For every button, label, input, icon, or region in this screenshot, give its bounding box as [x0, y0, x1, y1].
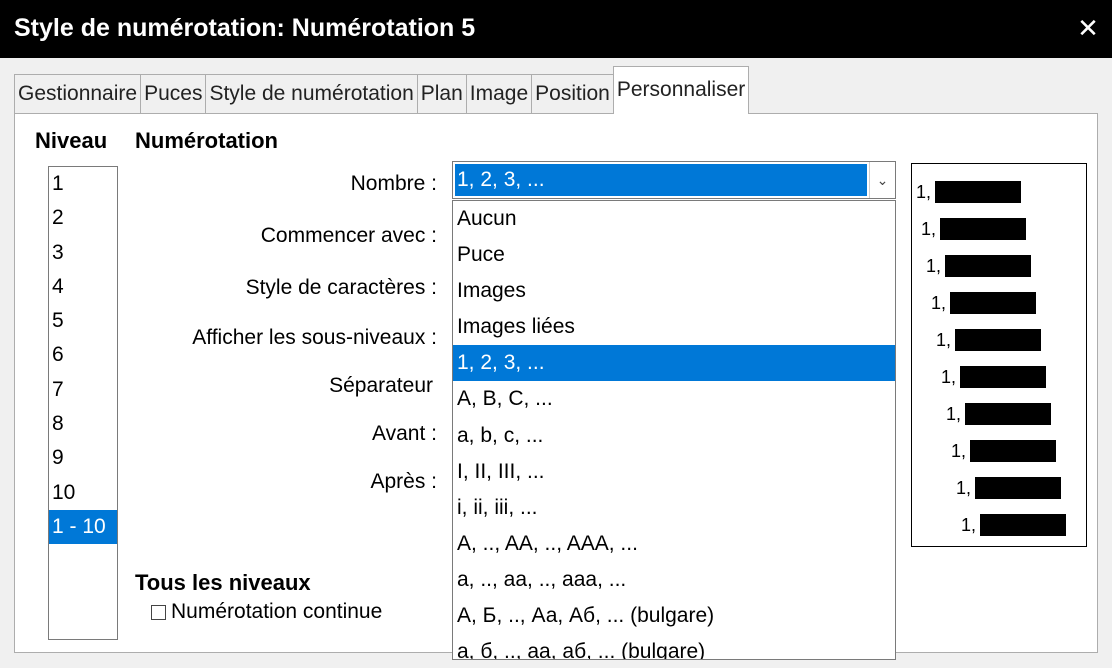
level-item-7[interactable]: 7 — [49, 373, 117, 407]
tab-style-de-numerotation[interactable]: Style de numérotation — [205, 74, 418, 114]
tab-personnaliser[interactable]: Personnaliser — [612, 66, 750, 114]
preview-text-bar — [955, 329, 1042, 351]
preview-line: 1, — [951, 439, 1057, 463]
after-label: Après : — [370, 470, 437, 493]
title-bar: Style de numérotation: Numérotation 5 ✕ — [0, 0, 1112, 58]
preview-number: 1, — [941, 366, 957, 387]
all-levels-heading: Tous les niveaux — [135, 570, 311, 595]
preview-line: 1, — [961, 513, 1067, 537]
number-label: Nombre : — [350, 172, 437, 195]
level-item-1[interactable]: 1 — [49, 167, 117, 201]
show-sublevels-label: Afficher les sous-niveaux : — [192, 326, 437, 349]
dropdown-option[interactable]: а, б, .., аа, аб, ... (bulgare) — [453, 634, 895, 659]
preview-text-bar — [935, 181, 1022, 203]
level-item-6[interactable]: 6 — [49, 338, 117, 372]
preview-number: 1, — [956, 477, 972, 498]
level-item-3[interactable]: 3 — [49, 236, 117, 270]
preview-number: 1, — [926, 255, 942, 276]
before-label: Avant : — [372, 422, 437, 445]
level-item-4[interactable]: 4 — [49, 270, 117, 304]
separator-label: Séparateur — [329, 374, 433, 397]
start-with-label: Commencer avec : — [260, 224, 437, 247]
level-heading: Niveau — [35, 128, 108, 153]
tab-strip: Gestionnaire Puces Style de numérotation… — [14, 66, 750, 114]
preview-line: 1, — [946, 402, 1052, 426]
preview-text-bar — [950, 292, 1037, 314]
preview-line: 1, — [941, 365, 1047, 389]
dropdown-option[interactable]: I, II, III, ... — [453, 454, 895, 490]
preview-text-bar — [945, 255, 1032, 277]
level-item-8[interactable]: 8 — [49, 407, 117, 441]
tab-plan[interactable]: Plan — [416, 74, 467, 114]
numbering-heading: Numérotation — [135, 128, 278, 153]
dropdown-option[interactable]: a, b, c, ... — [453, 418, 895, 454]
level-item-5[interactable]: 5 — [49, 304, 117, 338]
tab-puces[interactable]: Puces — [140, 74, 207, 114]
preview-number: 1, — [936, 329, 952, 350]
preview-line: 1, — [956, 476, 1062, 500]
dropdown-option[interactable]: Puce — [453, 237, 895, 273]
level-item-2[interactable]: 2 — [49, 201, 117, 235]
number-combobox-value: 1, 2, 3, ... — [455, 164, 867, 196]
level-list[interactable]: 1 2 3 4 5 6 7 8 9 10 1 - 10 — [48, 166, 118, 640]
preview-line: 1, — [926, 254, 1032, 278]
character-style-label: Style de caractères : — [245, 276, 437, 299]
dropdown-option[interactable]: Images liées — [453, 309, 895, 345]
preview-text-bar — [965, 403, 1052, 425]
preview-number: 1, — [916, 181, 932, 202]
preview-text-bar — [975, 477, 1062, 499]
dropdown-option-selected[interactable]: 1, 2, 3, ... — [453, 345, 895, 382]
number-dropdown-list[interactable]: Aucun Puce Images Images liées 1, 2, 3, … — [452, 200, 896, 660]
preview-number: 1, — [931, 292, 947, 313]
preview-number: 1, — [921, 218, 937, 239]
preview-line: 1, — [921, 217, 1027, 241]
tab-content-panel: Niveau Numérotation 1 2 3 4 5 6 7 8 9 10… — [14, 113, 1098, 660]
level-item-9[interactable]: 9 — [49, 441, 117, 475]
preview-line: 1, — [936, 328, 1042, 352]
level-item-all[interactable]: 1 - 10 — [49, 509, 117, 545]
tab-image[interactable]: Image — [465, 74, 533, 114]
preview-line: 1, — [931, 291, 1037, 315]
preview-text-bar — [980, 514, 1067, 536]
dropdown-option[interactable]: Aucun — [453, 201, 895, 237]
preview-text-bar — [940, 218, 1027, 240]
numbering-preview: 1, 1, 1, 1, 1, 1, 1, 1, 1, 1, — [911, 163, 1087, 547]
preview-line: 1, — [916, 180, 1022, 204]
preview-number: 1, — [951, 440, 967, 461]
dropdown-option[interactable]: A, .., AA, .., AAA, ... — [453, 526, 895, 562]
preview-number: 1, — [961, 514, 977, 535]
dropdown-option[interactable]: А, Б, .., Аа, Аб, ... (bulgare) — [453, 598, 895, 634]
preview-text-bar — [960, 366, 1047, 388]
dropdown-option[interactable]: A, B, C, ... — [453, 381, 895, 417]
dropdown-option[interactable]: a, .., aa, .., aaa, ... — [453, 562, 895, 598]
tab-position[interactable]: Position — [531, 74, 614, 114]
preview-number: 1, — [946, 403, 962, 424]
window-title: Style de numérotation: Numérotation 5 — [14, 14, 476, 42]
tab-gestionnaire[interactable]: Gestionnaire — [14, 74, 142, 114]
dropdown-option[interactable]: i, ii, iii, ... — [453, 490, 895, 526]
close-icon: ✕ — [1077, 13, 1099, 43]
continuous-numbering-label: Numérotation continue — [171, 600, 383, 623]
close-button[interactable]: ✕ — [1070, 10, 1106, 46]
chevron-down-icon[interactable]: ⌄ — [869, 162, 895, 198]
level-item-10[interactable]: 10 — [49, 476, 117, 510]
continuous-numbering-checkbox[interactable]: Numérotation continue — [151, 600, 382, 624]
dropdown-option[interactable]: Images — [453, 273, 895, 309]
checkbox-icon[interactable] — [151, 604, 166, 620]
number-combobox[interactable]: 1, 2, 3, ... ⌄ — [452, 161, 896, 199]
preview-text-bar — [970, 440, 1057, 462]
